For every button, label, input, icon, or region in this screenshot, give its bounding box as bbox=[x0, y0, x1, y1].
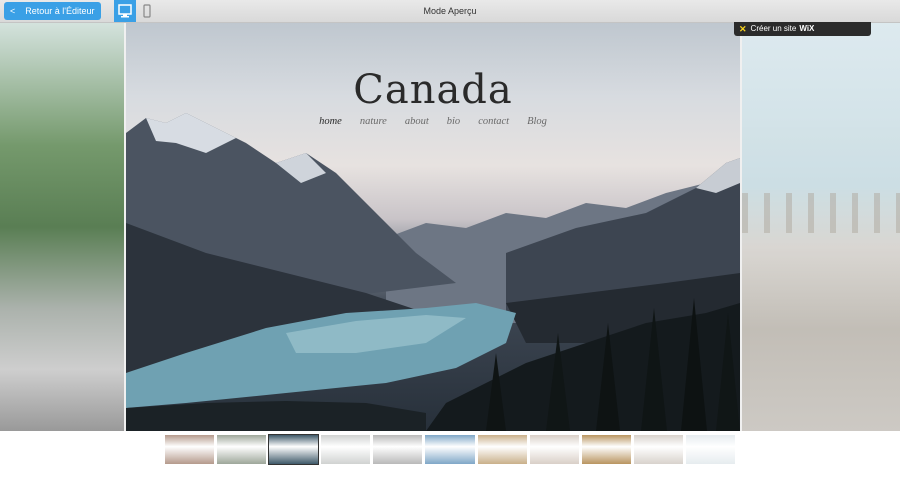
pier-posts bbox=[742, 193, 900, 233]
gallery-stage: Canada home nature about bio contact Blo… bbox=[0, 23, 900, 431]
site-nav: home nature about bio contact Blog bbox=[126, 116, 740, 127]
next-slide-image[interactable] bbox=[742, 23, 900, 431]
thumbnail-field-road[interactable] bbox=[477, 435, 527, 464]
thumbnail-warm-interior[interactable] bbox=[581, 435, 631, 464]
create-site-text: Créer un site bbox=[750, 24, 797, 33]
nav-blog[interactable]: Blog bbox=[527, 116, 547, 127]
thumbnail-strip bbox=[165, 434, 736, 465]
nav-home[interactable]: home bbox=[319, 116, 342, 127]
thumbnail-canada-lake[interactable] bbox=[268, 434, 320, 465]
mode-title: Mode Aperçu bbox=[423, 6, 477, 16]
thumbnail-city-sunset[interactable] bbox=[165, 435, 215, 464]
preview-toolbar: < Retour à l'Éditeur Mode Aperçu bbox=[0, 0, 900, 23]
wix-brand-text: WiX bbox=[799, 24, 815, 33]
thumbnail-white-door[interactable] bbox=[685, 435, 736, 464]
site-title: Canada bbox=[353, 67, 513, 113]
nav-nature[interactable]: nature bbox=[360, 116, 387, 127]
previous-slide-image[interactable] bbox=[0, 23, 124, 431]
current-slide-image: Canada home nature about bio contact Blo… bbox=[126, 23, 740, 431]
nav-about[interactable]: about bbox=[405, 116, 429, 127]
thumbnail-pale-room[interactable] bbox=[529, 435, 579, 464]
thumbnail-light-shelf[interactable] bbox=[633, 435, 683, 464]
create-wix-site-badge[interactable]: ✕ Créer un site WiX bbox=[734, 22, 871, 36]
nav-contact[interactable]: contact bbox=[478, 116, 509, 127]
thumbnail-street-trees[interactable] bbox=[217, 435, 267, 464]
thumbnail-blue-house[interactable] bbox=[425, 435, 475, 464]
thumbnail-beach-pier[interactable] bbox=[321, 435, 371, 464]
thumbnail-grey-texture[interactable] bbox=[373, 435, 423, 464]
wix-x-icon: ✕ bbox=[739, 24, 747, 34]
nav-bio[interactable]: bio bbox=[447, 116, 460, 127]
